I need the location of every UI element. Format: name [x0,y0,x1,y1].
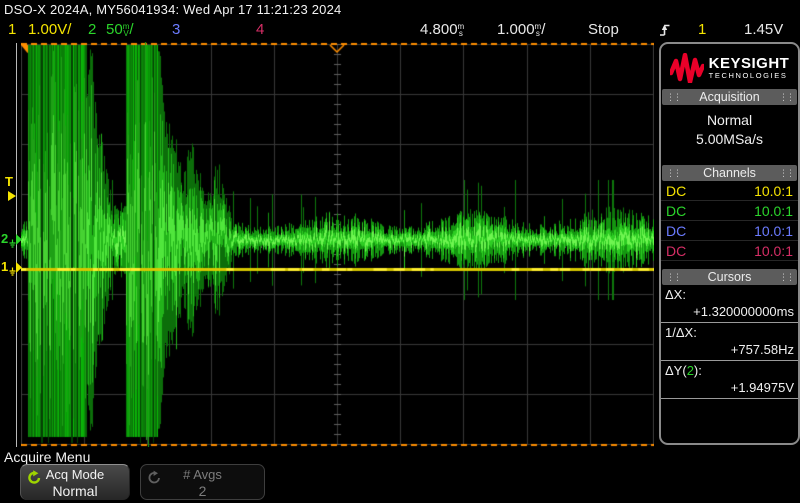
acq-mode-value: Normal [661,112,798,128]
cursors-header[interactable]: ⋮⋮ Cursors ⋮⋮ [662,269,797,285]
cycle-arrow-icon [27,470,42,485]
run-state: Stop [588,21,619,38]
brand-subtitle: TECHNOLOGIES [709,71,790,80]
ch3-number-badge[interactable]: 3 [172,21,180,38]
softkey-num-avgs[interactable]: # Avgs 2 [140,464,265,500]
logo-text: KEYSIGHT TECHNOLOGIES [709,56,790,80]
ch1-ground-marker-icon[interactable] [9,261,23,277]
delay-readout: 4.800ms [420,21,464,38]
keysight-spark-icon [670,53,704,83]
cursors-title: Cursors [708,270,752,284]
waveform-display [21,42,654,447]
drag-grip-icon: ⋮⋮ [666,93,680,102]
instrument-title: DSO-X 2024A, MY56041934: Wed Apr 17 11:2… [4,2,341,17]
ch1-number-badge[interactable]: 1 [8,21,16,38]
softkey-value: Normal [21,483,129,499]
cycle-arrow-icon [147,470,162,485]
drag-grip-icon: ⋮⋮ [779,273,793,282]
drag-grip-icon: ⋮⋮ [779,93,793,102]
ch1-scale: 1.00V/ [28,21,71,38]
trigger-level: 1.45V [744,21,783,38]
channel-row-3: DC 10.0:1 [661,221,798,241]
ch2-ground-marker-icon[interactable] [9,233,23,249]
ch4-number-badge[interactable]: 4 [256,21,264,38]
channel-row-4: DC 10.0:1 [661,241,798,261]
ch2-number-badge[interactable]: 2 [88,21,96,38]
channel-row-1: DC 10.0:1 [661,181,798,201]
sample-rate-value: 5.00MSa/s [661,131,798,147]
brand-name: KEYSIGHT [709,56,790,71]
acquisition-body: Normal 5.00MSa/s [661,105,798,165]
softkey-acq-mode[interactable]: Acq Mode Normal [20,464,130,500]
cursor-readouts: ΔX: +1.320000000ms 1/ΔX: +757.58Hz ΔY(2)… [661,285,798,399]
channels-title: Channels [703,166,756,180]
trigger-level-label: T [5,174,13,189]
drag-grip-icon: ⋮⋮ [779,169,793,178]
trigger-level-marker[interactable] [8,191,16,201]
keysight-logo: KEYSIGHT TECHNOLOGIES [661,44,798,89]
oscilloscope-screen: DSO-X 2024A, MY56041934: Wed Apr 17 11:2… [0,0,800,503]
cursor-inv-dx: 1/ΔX: +757.58Hz [661,323,798,361]
menu-title: Acquire Menu [4,449,90,465]
acquisition-title: Acquisition [699,90,759,104]
acquisition-header[interactable]: ⋮⋮ Acquisition ⋮⋮ [662,89,797,105]
info-panel: KEYSIGHT TECHNOLOGIES ⋮⋮ Acquisition ⋮⋮ … [659,42,800,445]
cursor-dy: ΔY(2): +1.94975V [661,361,798,399]
drag-grip-icon: ⋮⋮ [666,169,680,178]
ch1-ground-label: 1 [1,259,8,274]
edge-trigger-rising-icon [659,22,671,37]
cursor-dx: ΔX: +1.320000000ms [661,285,798,323]
drag-grip-icon: ⋮⋮ [666,273,680,282]
channel-rows: DC 10.0:1 DC 10.0:1 DC 10.0:1 DC 10.0:1 [661,181,798,261]
trigger-source: 1 [698,21,706,38]
status-bar: 1 1.00V/ 2 50mV/ 3 4 4.800ms 1.000ms/ St… [0,18,800,41]
channel-row-2: DC 10.0:1 [661,201,798,221]
softkey-value: 2 [141,483,264,499]
ch2-ground-label: 2 [1,231,8,246]
channels-header[interactable]: ⋮⋮ Channels ⋮⋮ [662,165,797,181]
timebase-readout: 1.000ms/ [497,21,545,38]
ch2-scale: 50mV/ [106,21,134,38]
